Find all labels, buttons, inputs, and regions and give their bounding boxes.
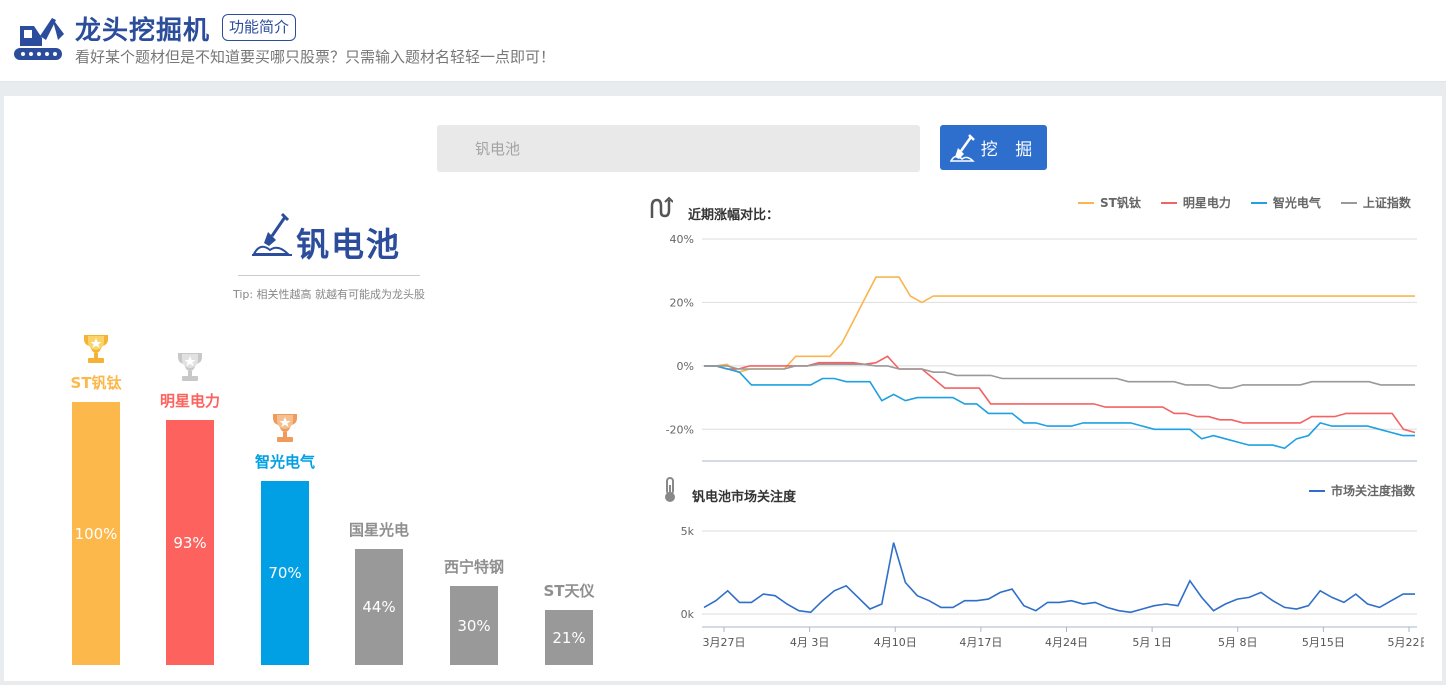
bar-percent-label: 70% bbox=[268, 564, 302, 582]
ranking-bar[interactable]: 93% bbox=[166, 420, 214, 665]
legend-swatch bbox=[1309, 489, 1325, 492]
bronze-trophy-icon bbox=[273, 414, 297, 442]
comparison-chart: 40% 20% 0% -20% bbox=[666, 233, 1417, 462]
y-tick-label: 5k bbox=[681, 525, 695, 538]
legend-item[interactable]: 明星电力 bbox=[1160, 194, 1231, 211]
bar-percent-label: 21% bbox=[552, 628, 586, 647]
dig-button-label: 挖 掘 bbox=[980, 140, 1039, 160]
stock-name-label[interactable]: 西宁特钢 bbox=[414, 556, 534, 577]
x-tick-label: 5月 1日 bbox=[1132, 636, 1172, 649]
bar-percent-label: 100% bbox=[74, 524, 118, 543]
stock-name-label[interactable]: ST天仪 bbox=[509, 580, 629, 601]
series-line[interactable] bbox=[704, 355, 1416, 434]
main-panel: 挖 掘 钒电池 Tip: 相关性越高 就越有可能成为龙头股 100%ST钒钛93… bbox=[4, 96, 1442, 681]
legend-swatch bbox=[1078, 201, 1094, 204]
legend-swatch bbox=[1340, 201, 1357, 204]
app-header: 龙头挖掘机 功能简介 看好某个题材但是不知道要买哪只股票？只需输入题材名轻轻一点… bbox=[0, 0, 1446, 82]
dig-button[interactable]: 挖 掘 bbox=[940, 125, 1047, 170]
x-tick-label: 4月17日 bbox=[959, 636, 1002, 649]
legend-label: 智光电气 bbox=[1272, 196, 1321, 210]
ranking-bar[interactable]: 100% bbox=[72, 402, 120, 665]
y-tick-label: 40% bbox=[670, 233, 694, 246]
x-tick-label: 3月27日 bbox=[703, 636, 746, 649]
app-title: 龙头挖掘机 bbox=[75, 16, 211, 46]
attention-legend: 市场关注度指数 bbox=[1309, 482, 1415, 499]
x-tick-label: 5月 8日 bbox=[1218, 636, 1258, 649]
x-tick-label: 5月15日 bbox=[1302, 636, 1345, 649]
legend-item[interactable]: 市场关注度指数 bbox=[1309, 482, 1415, 499]
series-line[interactable] bbox=[704, 276, 1415, 374]
legend-item[interactable]: 智光电气 bbox=[1250, 194, 1321, 211]
bar-percent-label: 30% bbox=[457, 616, 491, 635]
series-line[interactable] bbox=[703, 542, 1415, 614]
x-tick-label: 4月10日 bbox=[874, 636, 917, 649]
stock-name-label[interactable]: 国星光电 bbox=[319, 519, 439, 540]
bar-percent-label: 44% bbox=[362, 598, 396, 616]
excavator-logo-icon bbox=[14, 18, 64, 60]
relevance-ranking: 100% ST钒钛 93% 明星电力 70% 智光电气 44% 国星光电 30% 西宁特钢 21% S… bbox=[4, 96, 624, 681]
stock-name-label[interactable]: 明星电力 bbox=[130, 390, 250, 411]
chart-title-comparison: 近期涨幅对比： bbox=[688, 208, 780, 223]
legend-label: ST钒钛 bbox=[1100, 196, 1141, 210]
ranking-bar[interactable]: 70% bbox=[261, 481, 309, 665]
legend-swatch bbox=[1250, 201, 1267, 204]
x-tick-label: 4月24日 bbox=[1045, 636, 1088, 649]
thermometer-icon bbox=[665, 477, 675, 502]
gold-trophy-icon bbox=[84, 335, 108, 363]
x-tick-label: 5月22日 bbox=[1388, 636, 1425, 649]
y-tick-label: 20% bbox=[670, 296, 694, 309]
chart-title-attention: 钒电池市场关注度 bbox=[692, 490, 797, 505]
shovel-icon bbox=[949, 133, 975, 162]
bar-percent-label: 93% bbox=[173, 533, 207, 552]
ranking-bar[interactable]: 44% bbox=[355, 549, 403, 665]
trend-arrows-icon bbox=[650, 196, 673, 218]
comparison-legend: ST钒钛 明星电力 智光电气 上证指数 bbox=[1078, 194, 1411, 211]
legend-swatch bbox=[1160, 201, 1177, 204]
legend-label: 明星电力 bbox=[1182, 196, 1231, 210]
stock-name-label[interactable]: 智光电气 bbox=[225, 451, 345, 472]
app-subtitle: 看好某个题材但是不知道要买哪只股票？只需输入题材名轻轻一点即可！ bbox=[75, 48, 556, 66]
legend-item[interactable]: 上证指数 bbox=[1340, 194, 1411, 211]
ranking-bar[interactable]: 30% bbox=[450, 586, 498, 665]
x-tick-label: 4月 3日 bbox=[790, 636, 830, 649]
ranking-bar[interactable]: 21% bbox=[545, 610, 593, 665]
silver-trophy-icon bbox=[178, 353, 202, 381]
feature-intro-button[interactable]: 功能简介 bbox=[222, 14, 297, 41]
legend-label: 市场关注度指数 bbox=[1331, 484, 1416, 498]
legend-label: 上证指数 bbox=[1362, 196, 1411, 210]
legend-item[interactable]: ST钒钛 bbox=[1078, 194, 1141, 211]
y-tick-label: 0k bbox=[681, 608, 695, 621]
y-tick-label: 0% bbox=[677, 360, 694, 373]
attention-chart: 5k 0k 3月27日 4月 3日 4月10日 4月17日 4月24日 5月 1日 5月 8日 5… bbox=[681, 525, 1425, 649]
y-tick-label: -20% bbox=[666, 423, 694, 436]
